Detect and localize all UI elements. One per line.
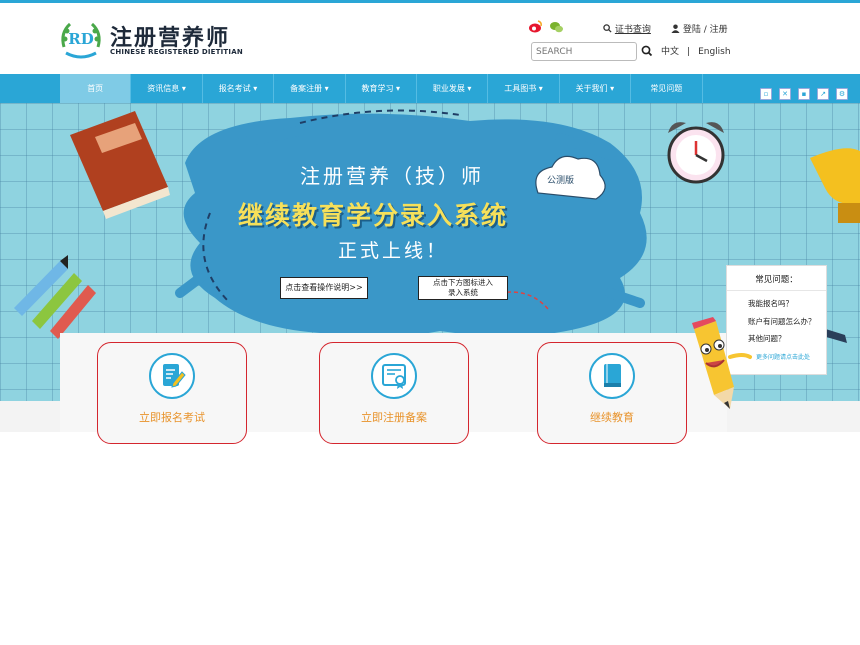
lang-chinese[interactable]: 中文 <box>661 47 679 57</box>
enter-system-hint-line2: 录入系统 <box>448 288 478 297</box>
faq-question-other[interactable]: 其他问题？ <box>748 333 786 344</box>
faq-more-link[interactable]: 更多问题请点击此处 <box>756 352 810 361</box>
enter-system-hint: 点击下方图标进入 录入系统 <box>418 276 508 300</box>
nav-item-tools-books[interactable]: 工具图书 ▾ <box>488 74 560 103</box>
fullscreen-icon[interactable]: ✕ <box>779 88 791 100</box>
login-register-label: 登陆 / 注册 <box>682 25 728 35</box>
registration-filing-card[interactable]: 立即注册备案 <box>319 342 469 444</box>
svg-text:RD: RD <box>68 30 93 48</box>
nav-item-exam[interactable]: 报名考试 ▾ <box>203 74 275 103</box>
bookmark-icon[interactable]: ▫ <box>760 88 772 100</box>
main-navigation: 首页 资讯信息 ▾ 报名考试 ▾ 备案注册 ▾ 教育学习 ▾ 职业发展 ▾ 工具… <box>0 74 860 103</box>
language-switcher: 中文 | English <box>661 44 731 57</box>
search-icon <box>603 24 612 33</box>
pencil-mascot-illustration <box>692 317 752 409</box>
lang-english[interactable]: English <box>698 47 731 57</box>
site-header: RD 注册营养师 CHINESE REGISTERED DIETITIAN 证书… <box>0 3 860 74</box>
lang-separator: | <box>687 47 691 57</box>
nav-item-news[interactable]: 资讯信息 ▾ <box>131 74 203 103</box>
search-button-icon[interactable] <box>640 44 654 58</box>
wechat-icon[interactable] <box>550 22 563 33</box>
nav-item-faq[interactable]: 常见问题 <box>631 74 703 103</box>
exam-registration-label: 立即报名考试 <box>139 411 205 424</box>
logo-mark-icon: RD <box>61 22 101 59</box>
banner-subtitle: 正式上线！ <box>338 240 449 262</box>
nav-item-home[interactable]: 首页 <box>60 74 132 103</box>
faq-title: 常见问题： <box>755 275 798 285</box>
faq-question-can-register[interactable]: 我能报名吗？ <box>748 298 793 309</box>
faq-question-account-problem[interactable]: 账户有问题怎么办？ <box>748 316 816 327</box>
certificate-query-label: 证书查询 <box>614 25 651 35</box>
share-icon[interactable]: ↗ <box>817 88 829 100</box>
book-icon <box>589 353 635 399</box>
continuing-education-label: 继续教育 <box>590 411 634 424</box>
search-input[interactable] <box>531 42 637 61</box>
page-toolbar: ▫ ✕ ▪ ↗ ⚙ <box>760 88 848 100</box>
enter-system-hint-line1: 点击下方图标进入 <box>433 278 493 287</box>
edit-document-icon <box>149 353 195 399</box>
nav-item-education[interactable]: 教育学习 ▾ <box>346 74 417 103</box>
nav-item-career[interactable]: 职业发展 ▾ <box>417 74 489 103</box>
social-links <box>529 20 563 33</box>
settings-icon[interactable]: ⚙ <box>836 88 848 100</box>
logo-english-name: CHINESE REGISTERED DIETITIAN <box>110 48 243 56</box>
banner-title: 注册营养（技）师 <box>300 164 484 188</box>
save-icon[interactable]: ▪ <box>798 88 810 100</box>
certificate-query-link[interactable]: 证书查询 <box>603 22 651 35</box>
certificate-icon <box>371 353 417 399</box>
banner-headline: 继续教育学分录入系统 <box>238 201 509 230</box>
nav-item-registration[interactable]: 备案注册 ▾ <box>274 74 346 103</box>
site-logo[interactable]: RD 注册营养师 CHINESE REGISTERED DIETITIAN <box>58 17 243 65</box>
view-instructions-button[interactable]: 点击查看操作说明>> <box>280 277 368 299</box>
faq-divider <box>727 290 826 291</box>
nav-item-about[interactable]: 关于我们 ▾ <box>560 74 632 103</box>
user-icon <box>671 24 680 33</box>
weibo-icon[interactable] <box>529 20 542 33</box>
registration-filing-label: 立即注册备案 <box>361 411 427 424</box>
exam-registration-card[interactable]: 立即报名考试 <box>97 342 247 444</box>
beta-badge: 公测版 <box>547 176 575 186</box>
continuing-education-card[interactable]: 继续教育 <box>537 342 687 444</box>
login-register-link[interactable]: 登陆 / 注册 <box>671 22 728 35</box>
